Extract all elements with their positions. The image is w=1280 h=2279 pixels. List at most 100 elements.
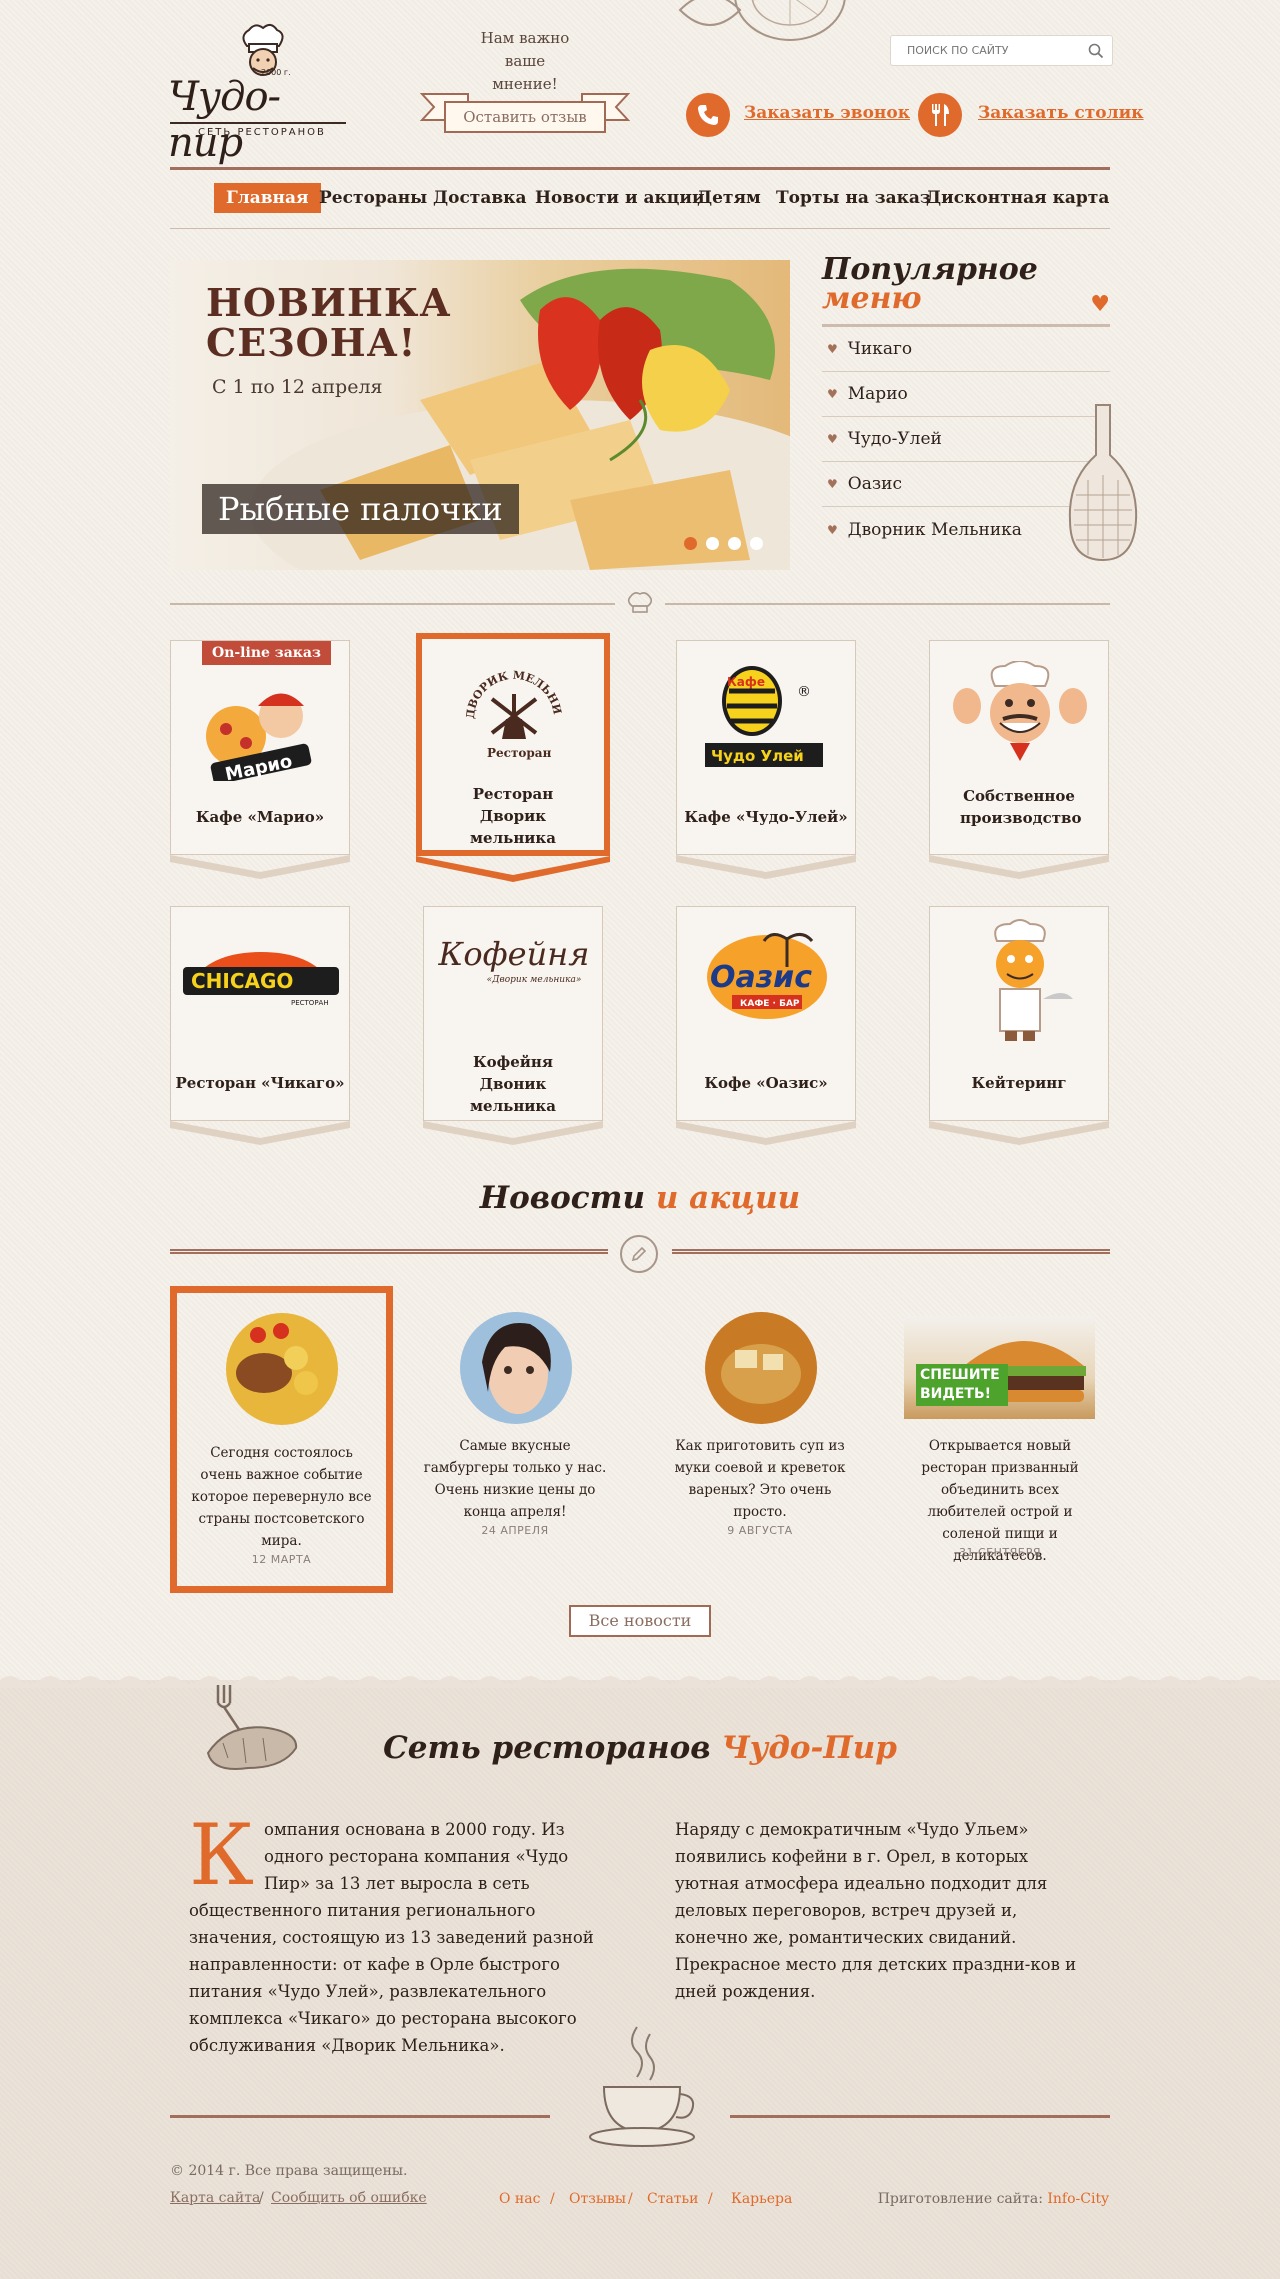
nav-item-restaurants[interactable]: Рестораны bbox=[319, 188, 427, 208]
nav-item-news[interactable]: Новости и акции bbox=[535, 188, 705, 208]
card-label: Ресторан Дворик мельника bbox=[470, 785, 556, 847]
card-label: Собственное производство bbox=[960, 787, 1082, 827]
news-image: СПЕШИТЕ ВИДЕТЬ! bbox=[904, 1316, 1095, 1419]
news-date: 31 СЕНТЯБРЯ bbox=[958, 1546, 1042, 1559]
bottle-sketch-icon bbox=[1068, 404, 1138, 562]
logo-underline bbox=[170, 122, 346, 124]
coffee-logo-text: Кофейня bbox=[438, 935, 590, 973]
footer-line-left bbox=[170, 2115, 550, 2118]
bee-logo-text: Чудо Улей bbox=[711, 747, 804, 765]
search-input[interactable] bbox=[891, 36, 1071, 64]
oasis-logo-text: Оазис bbox=[710, 960, 812, 995]
news-item-featured[interactable]: Сегодня состоялось очень важное событие … bbox=[170, 1286, 393, 1593]
popular-item-label: Оазис bbox=[847, 474, 902, 494]
all-news-button[interactable]: Все новости bbox=[569, 1605, 711, 1637]
logo-text: Чудо-пир bbox=[168, 74, 281, 166]
slider-dot-4[interactable] bbox=[750, 537, 763, 550]
catering-chef-icon bbox=[994, 919, 1073, 1041]
slider-dots bbox=[684, 537, 763, 550]
restaurant-card-featured[interactable]: ДВОРИК МЕЛЬНИКА Ресторан Ресторан Дворик… bbox=[416, 633, 610, 856]
logo[interactable]: 2000 г. Чудо-пир СЕТЬ РЕСТОРАНОВ bbox=[168, 22, 353, 166]
main-nav: Главная Рестораны Доставка Новости и акц… bbox=[170, 183, 1110, 215]
promo-slider[interactable]: НОВИНКА СЕЗОНА! С 1 по 12 апреля Рыбные … bbox=[170, 260, 790, 570]
card-label: Кафе «Марио» bbox=[195, 808, 325, 826]
copyright: © 2014 г. Все права защищены. bbox=[170, 2163, 408, 2179]
chef-thumbs-icon bbox=[953, 661, 1087, 761]
chef-hat-icon bbox=[627, 592, 653, 613]
heart-bullet-icon: ♥ bbox=[827, 432, 838, 446]
about-text-2: Наряду с демократичным «Чудо Ульем» появ… bbox=[675, 1820, 1077, 2001]
cutlery-icon[interactable] bbox=[918, 93, 962, 137]
bee-logo-top: Кафе bbox=[727, 675, 765, 689]
slide-title-line2: СЕЗОНА! bbox=[206, 320, 417, 365]
news-image bbox=[705, 1312, 817, 1424]
news-text: Как приготовить суп из муки соевой и кре… bbox=[674, 1438, 846, 1520]
card-label: Кофе «Оазис» bbox=[704, 1074, 828, 1092]
restaurant-card[interactable]: CHICAGO РЕСТОРАН Ресторан «Чикаго» bbox=[170, 906, 350, 1121]
nav-top-line bbox=[170, 167, 1110, 170]
news-divider-left bbox=[170, 1249, 608, 1254]
mill-logo-icon: ДВОРИК МЕЛЬНИКА Ресторан bbox=[462, 659, 564, 760]
news-date: 9 АВГУСТА bbox=[727, 1524, 793, 1537]
nav-item-discount[interactable]: Дисконтная карта bbox=[926, 188, 1109, 208]
table-link[interactable]: Заказать столик bbox=[978, 103, 1144, 123]
news-divider-right bbox=[672, 1249, 1110, 1254]
about-title-main: Сеть ресторанов bbox=[383, 1730, 711, 1766]
footer-separator: / bbox=[550, 2191, 555, 2207]
news-image bbox=[226, 1313, 338, 1425]
coffee-cup-icon bbox=[589, 2026, 695, 2147]
news-date: 24 АПРЕЛЯ bbox=[481, 1524, 549, 1537]
phone-icon[interactable] bbox=[686, 93, 730, 137]
about-dropcap: К bbox=[189, 1806, 255, 1904]
news-text: Сегодня состоялось очень важное событие … bbox=[191, 1445, 372, 1549]
news-image bbox=[460, 1312, 572, 1424]
feedback-button[interactable]: Оставить отзыв bbox=[444, 101, 606, 133]
restaurant-card[interactable]: Оазис КАФЕ · БАР Кофе «Оазис» bbox=[676, 906, 856, 1121]
slide-title-line1: НОВИНКА bbox=[206, 280, 452, 325]
nav-item-cakes[interactable]: Торты на заказ bbox=[776, 188, 931, 208]
slider-dot-2[interactable] bbox=[706, 537, 719, 550]
svg-text:®: ® bbox=[797, 684, 811, 700]
search-icon[interactable] bbox=[1088, 43, 1104, 59]
nav-item-delivery[interactable]: Доставка bbox=[433, 188, 526, 208]
restaurant-card[interactable]: Кейтеринг bbox=[929, 906, 1109, 1121]
call-link[interactable]: Заказать эвонок bbox=[744, 103, 910, 123]
popular-item-label: Чудо-Улей bbox=[847, 429, 942, 449]
slider-dot-1[interactable] bbox=[684, 537, 697, 550]
search-box bbox=[890, 35, 1113, 66]
footer-link-about[interactable]: О нас bbox=[499, 2191, 540, 2207]
news-title-main: Новости bbox=[479, 1180, 646, 1216]
popular-item[interactable]: ♥ Чикаго bbox=[822, 327, 1110, 372]
lemon-sketch-icon bbox=[678, 0, 846, 41]
logo-subtitle: СЕТЬ РЕСТОРАНОВ bbox=[198, 127, 326, 138]
restaurant-card[interactable]: Кофейня «Дворик мельника» Кофейня Двоник… bbox=[423, 906, 603, 1121]
footer-link-reviews[interactable]: Отзывы bbox=[569, 2191, 626, 2207]
slider-dot-3[interactable] bbox=[728, 537, 741, 550]
chicago-logo-text: CHICAGO bbox=[191, 969, 293, 993]
nav-item-home[interactable]: Главная bbox=[214, 183, 321, 213]
restaurant-card[interactable]: On-line заказ Марио Кафе «Марио» bbox=[170, 640, 350, 855]
restaurant-card[interactable]: Собственное производство bbox=[929, 640, 1109, 855]
heart-bullet-icon: ♥ bbox=[827, 477, 838, 491]
heart-bullet-icon: ♥ bbox=[827, 522, 838, 537]
nav-item-kids[interactable]: Детям bbox=[697, 188, 761, 208]
news-item[interactable]: СПЕШИТЕ ВИДЕТЬ! Открывается новый рестор… bbox=[900, 1300, 1100, 1564]
news-title-accent: и акции bbox=[655, 1180, 801, 1216]
report-error-link[interactable]: Сообщить об ошибке bbox=[271, 2190, 427, 2206]
site-credit-label: Приготовление сайта: bbox=[877, 2191, 1043, 2207]
footer-separator: / bbox=[628, 2191, 633, 2207]
news-title: Новости и акции bbox=[170, 1180, 1110, 1216]
studio-link[interactable]: Info-City bbox=[1047, 2191, 1109, 2207]
footer-link-career[interactable]: Карьера bbox=[731, 2191, 792, 2207]
restaurant-card[interactable]: Кафе ® Чудо Улей Кафе «Чудо-Улей» bbox=[676, 640, 856, 855]
news-item[interactable]: Самые вкусные гамбургеры только у нас. О… bbox=[420, 1300, 610, 1540]
news-item[interactable]: Как приготовить суп из муки соевой и кре… bbox=[665, 1300, 855, 1540]
pencil-icon bbox=[620, 1235, 658, 1273]
section-divider bbox=[170, 603, 615, 605]
online-order-badge[interactable]: On-line заказ bbox=[202, 641, 331, 665]
slide-date: С 1 по 12 апреля bbox=[212, 376, 383, 398]
sitemap-link[interactable]: Карта сайта bbox=[170, 2190, 260, 2206]
heart-icon: ♥ bbox=[1090, 292, 1110, 317]
section-divider bbox=[665, 603, 1110, 605]
footer-link-articles[interactable]: Статьи bbox=[647, 2191, 699, 2207]
